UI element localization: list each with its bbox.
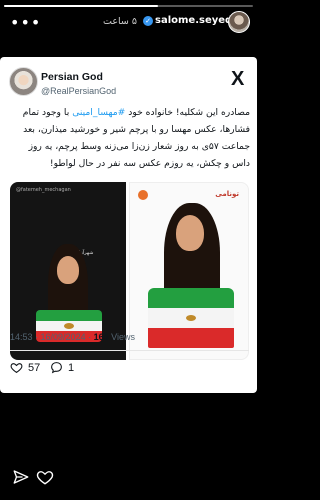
tweet-text-part1: مصادره این شکلیه! خانواده خود bbox=[125, 107, 250, 118]
story-progress-fill bbox=[4, 5, 159, 7]
tweet-time: 14:53 bbox=[10, 332, 33, 342]
story-progress-bar bbox=[4, 5, 253, 7]
portrait-face bbox=[57, 256, 79, 284]
story-avatar[interactable] bbox=[228, 11, 250, 33]
tweet-like-count: 57 bbox=[28, 361, 41, 374]
tweet-like-action[interactable]: 57 bbox=[10, 361, 40, 374]
more-horizontal-icon[interactable]: ••• bbox=[10, 11, 41, 35]
reply-icon bbox=[51, 362, 62, 374]
tweet-meta: 14:53 · 16/09/2024 · 165 Views bbox=[10, 332, 135, 342]
tweet-reply-action[interactable]: 1 bbox=[50, 361, 74, 374]
tweet-media-right: تونامی bbox=[129, 182, 249, 360]
story-bottom-bar bbox=[0, 466, 257, 490]
verified-badge-icon: ✓ bbox=[143, 16, 153, 26]
tweet-views-count: 165 bbox=[93, 332, 109, 342]
tweet-date: 16/09/2024 bbox=[40, 332, 86, 342]
iran-flag-image bbox=[148, 288, 234, 348]
x-logo-icon: X bbox=[231, 68, 245, 90]
tweet-reply-count: 1 bbox=[68, 361, 75, 374]
tweet-author-avatar bbox=[9, 67, 38, 96]
portrait-face bbox=[176, 215, 204, 251]
tweet-card: Persian God @RealPersianGod X مصادره این… bbox=[0, 57, 257, 393]
tweet-text: مصادره این شکلیه! خانواده خود #مهسا_امین… bbox=[8, 104, 250, 172]
heart-icon bbox=[10, 363, 23, 374]
tweet-author-name: Persian God bbox=[41, 71, 103, 83]
story-time-ago: ۵ ساعت bbox=[103, 16, 137, 27]
media-right-logo-icon bbox=[138, 190, 148, 200]
story-header: ••• ۵ ساعت ✓ salome.seyednia bbox=[0, 11, 257, 37]
media-left-header: @fatemeh_mechagan bbox=[16, 187, 71, 193]
send-icon[interactable] bbox=[12, 468, 30, 486]
heart-icon[interactable] bbox=[36, 468, 54, 486]
tweet-author-handle: @RealPersianGod bbox=[41, 86, 117, 96]
media-right-header: تونامی bbox=[215, 190, 239, 198]
tweet-divider bbox=[10, 350, 249, 351]
tweet-hashtag: #مهسا_امینی bbox=[72, 107, 126, 118]
tweet-views-label: Views bbox=[111, 332, 135, 342]
